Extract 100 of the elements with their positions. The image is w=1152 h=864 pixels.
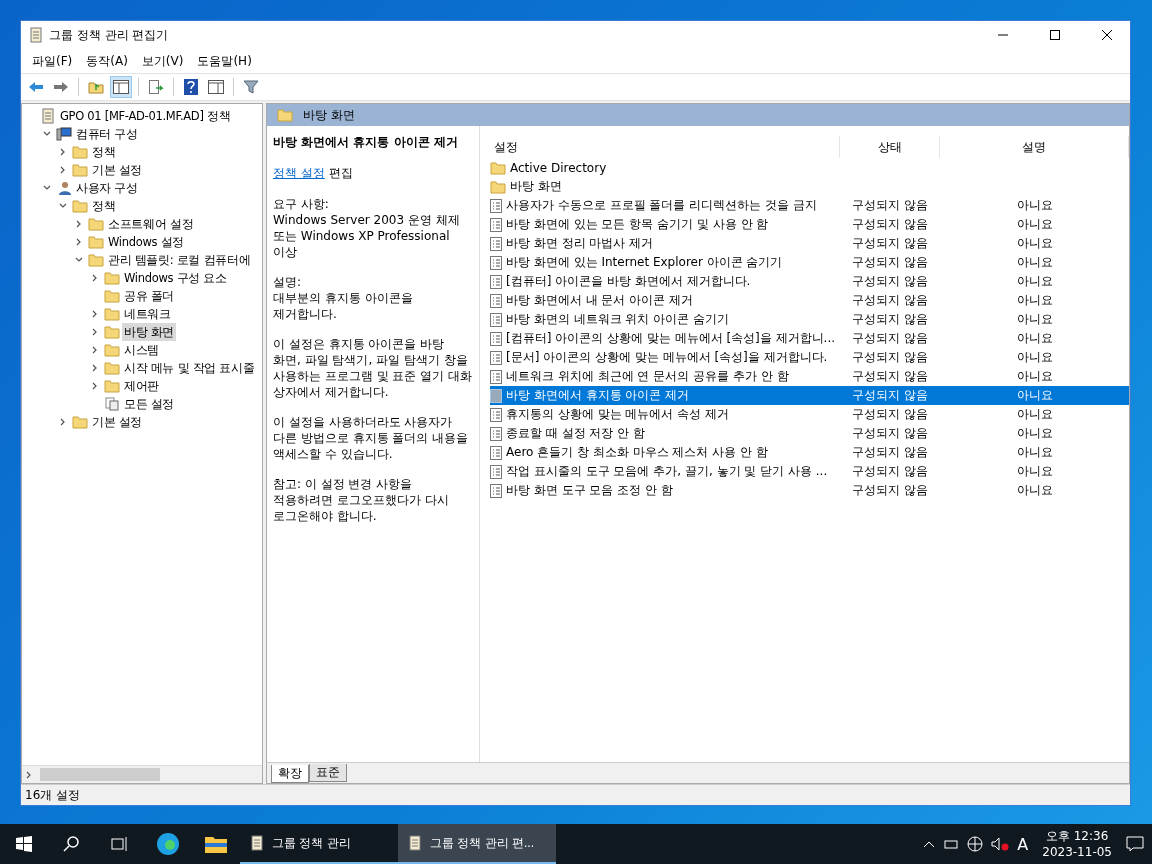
setting-name[interactable]: Aero 흔들기 창 최소화 마우스 제스처 사용 안 함 — [506, 444, 768, 461]
chevron-right-icon[interactable] — [59, 418, 67, 426]
tree-item[interactable]: 바탕 화면 — [122, 323, 177, 341]
column-header[interactable]: 설정 — [490, 136, 840, 158]
setting-name[interactable]: 네트워크 위치에 최근에 연 문서의 공유를 추가 안 함 — [506, 368, 789, 385]
chevron-right-icon[interactable] — [75, 220, 83, 228]
column-header[interactable]: 상태 — [840, 136, 940, 158]
tree-item[interactable]: 컴퓨터 구성 — [74, 125, 140, 143]
tree-item[interactable]: 시작 메뉴 및 작업 표시줄 — [122, 359, 257, 377]
chevron-up-icon[interactable] — [923, 840, 936, 848]
setting-name[interactable]: 바탕 화면에 있는 모든 항목 숨기기 및 사용 안 함 — [506, 216, 769, 233]
tree-item[interactable]: 제어판 — [122, 377, 162, 395]
comment-cell: 아니요 — [1016, 254, 1053, 271]
menu-item[interactable]: 도움말(H) — [190, 52, 259, 70]
chevron-right-icon[interactable] — [91, 310, 99, 318]
comment-cell: 아니요 — [1016, 349, 1053, 366]
scroll-icon — [41, 108, 55, 124]
setting-name[interactable]: 바탕 화면의 네트워크 위치 아이콘 숨기기 — [506, 311, 730, 328]
chevron-right-icon[interactable] — [91, 382, 99, 390]
tree-item[interactable]: Windows 설정 — [106, 233, 186, 251]
chevron-right-icon[interactable] — [75, 238, 83, 246]
comment-cell: 아니요 — [1016, 406, 1053, 423]
link-suffix: 편집 — [328, 165, 353, 182]
chevron-right-icon[interactable] — [91, 364, 99, 372]
status-text: 16개 설정 — [25, 786, 81, 804]
speaker-muted-icon[interactable] — [991, 837, 1010, 851]
folder-icon — [72, 145, 88, 159]
folder-icon — [88, 217, 104, 231]
chevron-down-icon[interactable] — [43, 130, 51, 138]
maximize-icon — [1050, 30, 1060, 40]
browser-icon — [156, 832, 180, 856]
state-cell: 구성되지 않음 — [852, 444, 928, 461]
setting-name[interactable]: [문서] 아이콘의 상황에 맞는 메뉴에서 [속성]을 제거합니다. — [506, 349, 828, 366]
description-paragraph: 설명: 대부분의 휴지통 아이콘을 제거합니다. — [273, 274, 414, 322]
setting-document-icon — [490, 445, 502, 460]
setting-name[interactable]: 바탕 화면에 있는 Internet Explorer 아이콘 숨기기 — [506, 254, 783, 271]
state-cell: 구성되지 않음 — [852, 254, 928, 271]
column-header[interactable]: 설명 — [940, 136, 1129, 158]
chevron-right-icon[interactable] — [25, 770, 33, 779]
globe-icon[interactable] — [967, 836, 984, 852]
notification-icon[interactable] — [1126, 836, 1144, 852]
scroll-icon — [408, 835, 422, 851]
setting-name[interactable]: Active Directory — [510, 160, 607, 175]
taskbar-app[interactable]: 그룹 정책 관리 편... — [398, 824, 556, 864]
tree-item[interactable]: 정책 — [90, 197, 118, 215]
menu-item[interactable]: 파일(F) — [25, 52, 80, 70]
tree-item[interactable]: 시스템 — [122, 341, 162, 359]
chevron-right-icon[interactable] — [91, 346, 99, 354]
tree-item[interactable]: 모든 설정 — [122, 395, 177, 413]
folder-icon — [72, 415, 88, 429]
setting-name[interactable]: 작업 표시줄의 도구 모음에 추가, 끌기, 놓기 및 닫기 사용 ... — [506, 463, 828, 480]
horizontal-scrollbar[interactable] — [22, 765, 262, 783]
task-view-icon — [111, 836, 129, 852]
clock[interactable]: 오후 12:36 2023-11-05 — [1036, 828, 1118, 860]
policy-settings-link[interactable]: 정책 설정 — [273, 165, 325, 182]
tree-item[interactable]: 기본 설정 — [90, 413, 145, 431]
tree-item[interactable]: Windows 구성 요소 — [122, 269, 229, 287]
comment-cell: 아니요 — [1016, 235, 1053, 252]
setting-name[interactable]: [컴퓨터] 아이콘을 바탕 화면에서 제거합니다. — [506, 273, 751, 290]
chevron-right-icon[interactable] — [59, 166, 67, 174]
tree-item[interactable]: 네트워크 — [122, 305, 173, 323]
setting-name[interactable]: 바탕 화면에서 내 문서 아이콘 제거 — [506, 292, 694, 309]
chevron-right-icon[interactable] — [91, 328, 99, 336]
toolbar-button[interactable] — [110, 76, 132, 98]
chevron-down-icon[interactable] — [59, 202, 67, 210]
tree-item[interactable]: 소프트웨어 설정 — [106, 215, 196, 233]
setting-name[interactable]: 바탕 화면 도구 모음 조정 안 함 — [506, 482, 673, 499]
state-cell: 구성되지 않음 — [852, 197, 928, 214]
state-cell: 구성되지 않음 — [852, 463, 928, 480]
scroll-icon — [29, 27, 43, 43]
setting-name[interactable]: 휴지통의 상황에 맞는 메뉴에서 속성 제거 — [506, 406, 730, 423]
menu-item[interactable]: 보기(V) — [134, 52, 191, 70]
folder-icon — [104, 271, 120, 285]
setting-name[interactable]: 종료할 때 설정 저장 안 함 — [506, 425, 646, 442]
help-icon — [184, 79, 198, 95]
tree-item[interactable]: GPO 01 [MF-AD-01.MF.AD] 정책 — [58, 107, 233, 125]
tree-item[interactable]: 기본 설정 — [90, 161, 145, 179]
chevron-down-icon[interactable] — [75, 256, 83, 264]
chevron-right-icon[interactable] — [91, 274, 99, 282]
battery-icon[interactable] — [943, 838, 960, 850]
pane-icon — [208, 80, 224, 94]
folder-icon — [490, 160, 506, 175]
setting-name[interactable]: 바탕 화면 정리 마법사 제거 — [506, 235, 654, 252]
setting-title: 바탕 화면에서 휴지통 아이콘 제거 — [273, 134, 459, 151]
view-tab[interactable]: 표준 — [309, 764, 347, 782]
input-method-indicator[interactable]: A — [1017, 834, 1029, 854]
setting-name[interactable]: [컴퓨터] 아이콘의 상황에 맞는 메뉴에서 [속성]을 제거합니... — [506, 330, 836, 347]
setting-name[interactable]: 사용자가 수동으로 프로필 폴더를 리디렉션하는 것을 금지 — [506, 197, 817, 214]
tree-item[interactable]: 정책 — [90, 143, 118, 161]
state-cell: 구성되지 않음 — [852, 425, 928, 442]
menu-item[interactable]: 동작(A) — [79, 52, 135, 70]
tree-item[interactable]: 관리 템플릿: 로컬 컴퓨터에 — [106, 251, 253, 269]
view-tab[interactable]: 확장 — [271, 765, 309, 783]
chevron-down-icon[interactable] — [43, 184, 51, 192]
comment-cell: 아니요 — [1016, 368, 1053, 385]
description-paragraph: 이 설정을 사용하더라도 사용자가 다른 방법으로 휴지통 폴더의 내용을 액세스할 수 있습니다. — [273, 414, 470, 462]
tree-item[interactable]: 공유 폴더 — [122, 287, 177, 305]
chevron-right-icon[interactable] — [59, 148, 67, 156]
setting-name[interactable]: 바탕 화면 — [510, 178, 562, 195]
tree-item[interactable]: 사용자 구성 — [74, 179, 140, 197]
